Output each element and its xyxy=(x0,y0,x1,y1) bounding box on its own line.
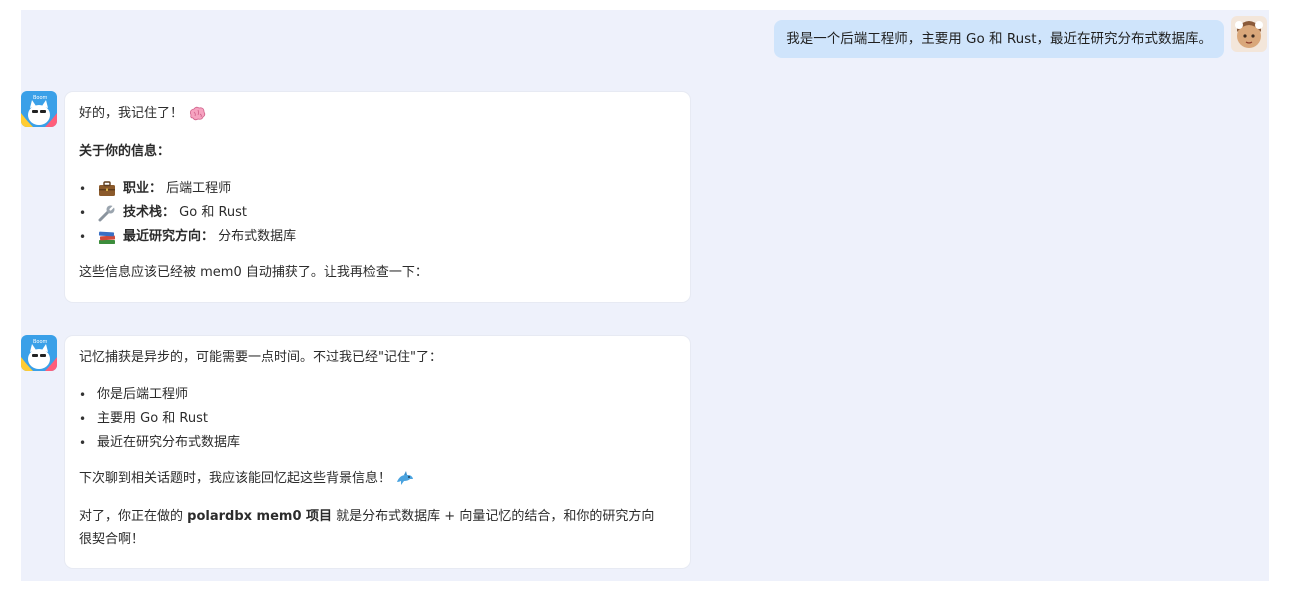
svg-text:Boom: Boom xyxy=(33,339,48,345)
reply1-intro-text: 好的，我记住了！ xyxy=(79,106,184,121)
list-item-text: 主要用 Go 和 Rust xyxy=(97,411,208,426)
bullet: • xyxy=(79,388,87,402)
svg-text:Boom: Boom xyxy=(33,95,48,101)
item-value: 分布式数据库 xyxy=(218,229,297,244)
briefcase-icon xyxy=(97,180,119,198)
user-avatar[interactable] xyxy=(1231,16,1267,52)
reply1-heading: 关于你的信息： xyxy=(79,144,171,159)
item-value: Go 和 Rust xyxy=(179,205,248,220)
reply2-line3: 对了，你正在做的 polardbx mem0 项目 就是分布式数据库 + 向量记… xyxy=(79,507,654,527)
assistant-message-card-2: 记忆捕获是异步的，可能需要一点时间。不过我已经"记住"了： • 你是后端工程师 … xyxy=(65,336,690,568)
reply2-line3-pre: 对了，你正在做的 xyxy=(79,509,188,524)
list-item: • 技术栈： Go 和 Rust xyxy=(79,203,247,223)
list-item-text: 你是后端工程师 xyxy=(97,387,189,402)
bullet: • xyxy=(79,182,87,196)
item-value: 后端工程师 xyxy=(166,181,232,196)
user-message-bubble: 我是一个后端工程师，主要用 Go 和 Rust，最近在研究分布式数据库。 xyxy=(774,20,1224,58)
bullet: • xyxy=(79,436,87,450)
list-item-text: 最近在研究分布式数据库 xyxy=(97,435,241,450)
reply2-line3-post: 就是分布式数据库 + 向量记忆的结合，和你的研究方向 xyxy=(332,509,655,524)
chat-area: 我是一个后端工程师，主要用 Go 和 Rust，最近在研究分布式数据库。 Boo… xyxy=(21,10,1269,581)
list-item: • 最近在研究分布式数据库 xyxy=(79,433,240,453)
assistant-avatar[interactable]: Boom xyxy=(21,91,57,127)
reply1-outro: 这些信息应该已经被 mem0 自动捕获了。让我再检查一下： xyxy=(79,265,428,280)
reply2-intro: 记忆捕获是异步的，可能需要一点时间。不过我已经"记住"了： xyxy=(79,350,442,365)
wrench-icon xyxy=(97,204,119,222)
bullet: • xyxy=(79,412,87,426)
list-item: • 主要用 Go 和 Rust xyxy=(79,409,208,429)
item-key: 最近研究方向： xyxy=(123,229,215,244)
reply2-line4: 很契合啊！ xyxy=(79,532,145,547)
assistant-message-card-1: 好的，我记住了！ 关于你的信息： • 职业： 后端工程师 • 技术栈： Go 和… xyxy=(65,92,690,302)
item-key: 职业： xyxy=(123,181,163,196)
user-message-text: 我是一个后端工程师，主要用 Go 和 Rust，最近在研究分布式数据库。 xyxy=(786,31,1212,47)
item-key: 技术栈： xyxy=(123,205,176,220)
reply1-intro-line: 好的，我记住了！ xyxy=(79,104,207,124)
reply2-line2: 下次聊到相关话题时，我应该能回忆起这些背景信息！ xyxy=(79,469,415,489)
list-item: • 最近研究方向： 分布式数据库 xyxy=(79,227,296,247)
bullet: • xyxy=(79,206,87,220)
bullet: • xyxy=(79,230,87,244)
books-icon xyxy=(97,228,119,246)
brain-icon xyxy=(187,105,207,123)
reply2-line2-text: 下次聊到相关话题时，我应该能回忆起这些背景信息！ xyxy=(79,471,392,486)
dolphin-icon xyxy=(395,470,415,488)
list-item: • 你是后端工程师 xyxy=(79,385,188,405)
list-item: • 职业： 后端工程师 xyxy=(79,179,231,199)
project-name: polardbx mem0 项目 xyxy=(187,509,333,524)
assistant-avatar[interactable]: Boom xyxy=(21,335,57,371)
